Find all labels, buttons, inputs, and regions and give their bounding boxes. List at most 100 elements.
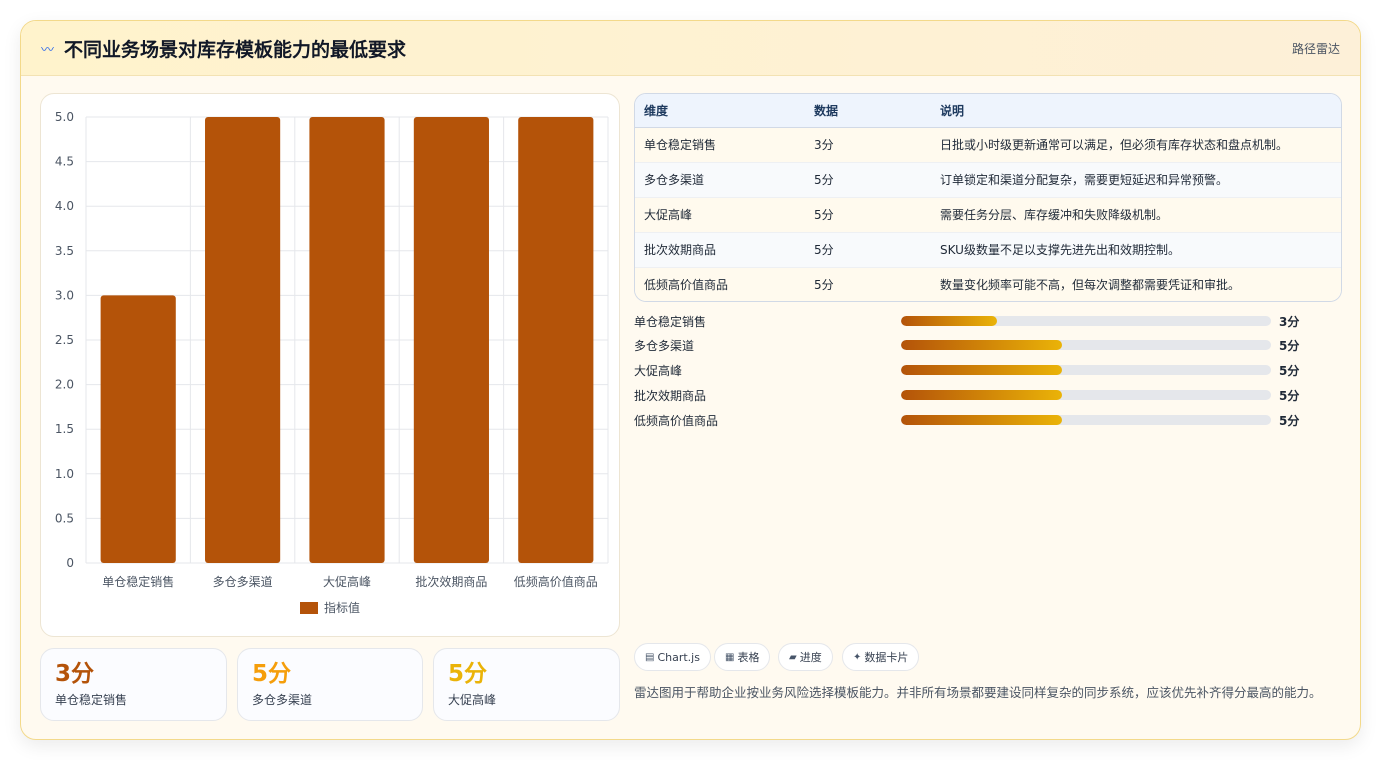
pill-label: 表格	[737, 651, 760, 664]
progress-icon: ▰	[789, 651, 797, 663]
stat-value: 5分	[252, 661, 292, 687]
progress-track	[901, 365, 1271, 375]
legend-label: 指标值	[324, 600, 360, 615]
progress-fill	[901, 365, 1062, 375]
cell-dimension: 批次效期商品	[635, 232, 805, 268]
cell-data: 5分	[805, 232, 931, 268]
bar-0	[100, 295, 176, 563]
wave-icon: 〰	[41, 42, 55, 58]
route-radar-link[interactable]: 路径雷达	[1292, 40, 1340, 57]
table-row: 大促高峰 5分 需要任务分层、库存缓冲和失败降级机制。	[635, 197, 1341, 233]
cell-data: 3分	[805, 127, 931, 163]
column-header-dimension: 维度	[635, 94, 805, 128]
stat-value: 3分	[55, 661, 95, 687]
table-row: 批次效期商品 5分 SKU级数量不足以支撑先进先出和效期控制。	[635, 232, 1341, 268]
description-note: 雷达图用于帮助企业按业务风险选择模板能力。并非所有场景都要建设同样复杂的同步系统…	[634, 685, 1322, 700]
pill-chartjs[interactable]: ▤ Chart.js	[634, 643, 711, 671]
progress-value: 5分	[1279, 364, 1300, 378]
y-tick-label: 0.5	[55, 511, 74, 525]
x-tick-label: 批次效期商品	[415, 574, 487, 589]
progress-fill	[901, 316, 998, 326]
table-row: 低频高价值商品 5分 数量变化频率可能不高，但每次调整都需要凭证和审批。	[635, 267, 1341, 301]
progress-label: 单仓稳定销售	[634, 315, 707, 329]
cell-description: SKU级数量不足以支撑先进先出和效期控制。	[931, 232, 1341, 268]
pill-data-card[interactable]: ✦ 数据卡片	[842, 643, 920, 671]
data-table: 维度 数据 说明 单仓稳定销售 3分 日批或小时级更新通常可以满足，但必须有库存…	[634, 93, 1342, 302]
stat-card-0: 3分 单仓稳定销售	[40, 648, 227, 721]
page-title: 不同业务场景对库存模板能力的最低要求	[64, 38, 407, 61]
card-header: 〰 不同业务场景对库存模板能力的最低要求 路径雷达	[21, 21, 1360, 76]
stat-card-1: 5分 多仓多渠道	[237, 648, 423, 721]
progress-row: 低频高价值商品 5分	[634, 410, 1334, 430]
stat-label: 单仓稳定销售	[55, 693, 128, 707]
pill-label: 数据卡片	[864, 651, 909, 664]
y-tick-label: 4.0	[55, 199, 74, 213]
chart-icon: ▤	[645, 651, 655, 663]
y-tick-label: 1.5	[55, 422, 74, 436]
progress-track	[901, 340, 1271, 350]
progress-track	[901, 415, 1271, 425]
y-tick-label: 2.5	[55, 333, 74, 347]
progress-fill	[901, 415, 1062, 425]
table-row: 单仓稳定销售 3分 日批或小时级更新通常可以满足，但必须有库存状态和盘点机制。	[635, 127, 1341, 163]
table-row: 多仓多渠道 5分 订单锁定和渠道分配复杂，需要更短延迟和异常预警。	[635, 162, 1341, 198]
legend-swatch	[300, 602, 318, 614]
progress-fill	[901, 340, 1062, 350]
bar-chart-svg: 0 0.5 1.0 1.5 2.0 2.5 3.0 3.5 4.0 4.5 5.0 单仓稳定销售 多仓多…	[55, 110, 609, 615]
stat-label: 大促高峰	[448, 693, 497, 707]
progress-value: 3分	[1279, 315, 1300, 329]
bar-4	[518, 117, 594, 563]
cell-description: 需要任务分层、库存缓冲和失败降级机制。	[931, 197, 1341, 233]
y-tick-label: 4.5	[55, 155, 74, 169]
progress-row: 批次效期商品 5分	[634, 385, 1334, 405]
cell-dimension: 大促高峰	[635, 197, 805, 233]
progress-row: 大促高峰 5分	[634, 360, 1334, 380]
x-tick-label: 低频高价值商品	[514, 574, 598, 589]
y-tick-label: 2.0	[55, 378, 74, 392]
progress-row: 单仓稳定销售 3分	[634, 311, 1334, 331]
cell-dimension: 多仓多渠道	[635, 162, 805, 198]
cell-data: 5分	[805, 197, 931, 233]
pill-label: 进度	[799, 651, 822, 664]
progress-row: 多仓多渠道 5分	[634, 335, 1334, 355]
y-tick-label: 1.0	[55, 467, 74, 481]
pill-label: Chart.js	[657, 650, 700, 664]
column-header-description: 说明	[931, 94, 1341, 128]
progress-label: 批次效期商品	[634, 389, 707, 403]
y-tick-label: 3.5	[55, 244, 74, 258]
cell-data: 5分	[814, 278, 834, 293]
progress-track	[901, 316, 1271, 326]
cell-description: 订单锁定和渠道分配复杂，需要更短延迟和异常预警。	[931, 162, 1341, 198]
table-icon: ▦	[725, 651, 735, 663]
cell-description: 日批或小时级更新通常可以满足，但必须有库存状态和盘点机制。	[931, 127, 1341, 163]
stat-value: 5分	[448, 661, 488, 687]
sparkle-icon: ✦	[853, 651, 862, 663]
main-card: 〰 不同业务场景对库存模板能力的最低要求 路径雷达 0 0.5 1.0 1.5 2.0 2…	[20, 20, 1361, 740]
bar-2	[309, 117, 385, 563]
progress-label: 低频高价值商品	[634, 414, 719, 428]
x-tick-label: 多仓多渠道	[213, 575, 273, 589]
stat-card-2: 5分 大促高峰	[433, 648, 620, 721]
progress-label: 多仓多渠道	[634, 339, 695, 353]
pill-progress[interactable]: ▰ 进度	[778, 643, 833, 671]
bar-chart: 0 0.5 1.0 1.5 2.0 2.5 3.0 3.5 4.0 4.5 5.0 单仓稳定销售 多仓多…	[40, 93, 620, 637]
bar-1	[205, 117, 281, 563]
x-tick-label: 大促高峰	[323, 574, 371, 589]
column-header-data: 数据	[805, 94, 931, 128]
x-tick-label: 单仓稳定销售	[102, 574, 174, 589]
cell-dimension: 单仓稳定销售	[635, 127, 805, 163]
stat-label: 多仓多渠道	[252, 693, 313, 707]
y-tick-label: 3.0	[55, 288, 74, 302]
cell-data: 5分	[805, 162, 931, 198]
progress-label: 大促高峰	[634, 364, 683, 378]
cell-dimension: 低频高价值商品	[644, 278, 729, 293]
progress-value: 5分	[1279, 339, 1300, 353]
progress-track	[901, 390, 1271, 400]
pill-table[interactable]: ▦ 表格	[714, 643, 771, 671]
progress-fill	[901, 390, 1062, 400]
bar-3	[413, 117, 489, 563]
y-tick-label: 0	[66, 556, 74, 570]
table-header-row: 维度 数据 说明	[635, 94, 1341, 128]
progress-value: 5分	[1279, 414, 1300, 428]
y-tick-label: 5.0	[55, 110, 74, 124]
